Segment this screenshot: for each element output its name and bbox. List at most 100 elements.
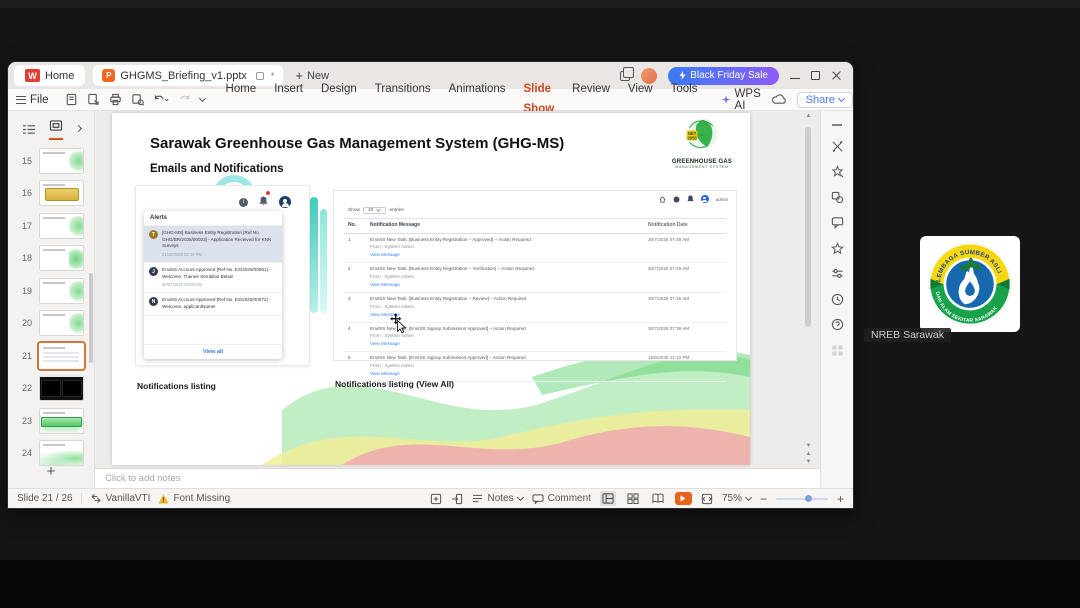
fit-slide-icon[interactable]	[701, 493, 713, 505]
ghg-globe-leaf-icon: NET 2050	[686, 118, 718, 150]
notes-area[interactable]: Click to add notes	[95, 468, 820, 488]
alert-item: J EnviSS Account Approved [Ref No. ES/20…	[144, 263, 282, 294]
zoom-level[interactable]: 75%	[722, 493, 753, 504]
ai-star-icon	[722, 95, 731, 104]
wps-ai-button[interactable]: WPS AI	[714, 88, 771, 112]
wps-logo-icon: W	[25, 69, 40, 82]
slide-title[interactable]: Sarawak Greenhouse Gas Management System…	[150, 135, 564, 152]
thumbnail-list: 15 16 17 18 19 20 21 22 23 24	[8, 141, 94, 466]
undo-icon[interactable]	[153, 93, 169, 106]
canvas-scrollbar[interactable]: ▲ ▼ ▲ ▼	[804, 113, 813, 466]
notes-placeholder: Click to add notes	[105, 473, 181, 484]
print-preview-icon[interactable]	[131, 93, 144, 106]
alert-text: EnviSS Account Approved [Ref No. ES/2025…	[162, 297, 271, 310]
slide-thumbnail-21-selected[interactable]: 21	[8, 342, 94, 369]
slide-thumbnail-22[interactable]: 22	[8, 375, 94, 401]
home-tab[interactable]: W Home	[14, 65, 86, 86]
toolbar-expand-chevron[interactable]	[198, 94, 206, 103]
slide-subtitle[interactable]: Emails and Notifications	[150, 163, 284, 175]
hamburger-icon	[16, 95, 26, 104]
notifications-table-screenshot[interactable]: admin Show 10 entries No. Notification M…	[333, 190, 737, 382]
minimize-button[interactable]	[790, 77, 800, 79]
next-slide-button[interactable]: ▼	[804, 458, 813, 466]
screen-top-strip	[0, 0, 1080, 8]
export-pdf-icon[interactable]	[87, 93, 100, 106]
notes-toggle[interactable]: Notes	[472, 493, 524, 504]
maximize-button[interactable]	[811, 71, 820, 80]
scroll-down-arrow[interactable]: ▼	[804, 442, 813, 450]
redo-icon[interactable]	[178, 93, 191, 106]
jump-to-icon[interactable]	[451, 493, 463, 505]
save-icon[interactable]	[65, 93, 78, 106]
decor-teal-bar	[310, 197, 318, 313]
slide-thumbnail-23[interactable]: 23	[8, 407, 94, 434]
alerts-screenshot[interactable]: i Alerts T [GHG-MS] Business Entity Regi…	[135, 185, 310, 366]
scroll-up-arrow[interactable]: ▲	[804, 113, 813, 119]
view-all-link: View all	[144, 344, 282, 359]
zoom-slider[interactable]	[775, 495, 828, 502]
slide-thumbnail-15[interactable]: 15	[8, 147, 94, 174]
slideshow-play-button[interactable]	[674, 492, 692, 505]
decor-teal-bar	[320, 209, 327, 313]
slide-indicator[interactable]: Slide 21 / 26	[17, 493, 73, 504]
slide-thumbnail-19[interactable]: 19	[8, 277, 94, 304]
table-header-row: No. Notification Message Notification Da…	[344, 218, 726, 234]
zoom-in-button[interactable]: +	[837, 493, 844, 505]
scrollbar-thumb[interactable]	[805, 127, 811, 327]
slide-thumbnail-16[interactable]: 16	[8, 180, 94, 206]
notes-icon	[473, 494, 483, 503]
font-missing-warning[interactable]: Font Missing	[158, 493, 230, 504]
slide-sorter-view-button[interactable]	[625, 491, 641, 506]
warning-icon	[158, 493, 169, 504]
slide-thumbnail-18[interactable]: 18	[8, 245, 94, 271]
add-slide-button[interactable]: +	[8, 463, 94, 480]
outline-view-icon[interactable]	[22, 124, 36, 135]
slide-view-icon[interactable]	[49, 120, 63, 131]
cloud-sync-icon[interactable]	[771, 94, 787, 105]
reading-view-button[interactable]	[650, 491, 666, 506]
zoom-out-button[interactable]: −	[760, 493, 767, 505]
participant-video-tile[interactable]: LEMBAGA SUMBER ASLI DAN ALAM SEKITAR SAR…	[856, 226, 1080, 346]
expand-panel-chevron[interactable]	[74, 124, 82, 132]
thumbnail-scrollbar[interactable]	[89, 147, 93, 447]
comment-button[interactable]: Comment	[532, 493, 591, 504]
close-button[interactable]	[831, 70, 842, 81]
comment-icon	[532, 493, 544, 504]
share-label: Share	[805, 93, 836, 106]
view-message-link: View Message	[370, 341, 400, 347]
slide-thumbnail-20[interactable]: 20	[8, 310, 94, 336]
shapes-pane-icon[interactable]	[831, 191, 844, 204]
comments-pane-icon[interactable]	[831, 216, 844, 229]
bell-icon	[259, 191, 270, 211]
share-button[interactable]: Share	[796, 91, 853, 108]
thumbnail-preview	[39, 212, 84, 239]
table-row: 5 EnvISS New Task: [EnvISS Signup Submis…	[344, 352, 726, 382]
view-message-link: View Message	[370, 252, 400, 258]
previous-slide-button[interactable]: ▲	[804, 450, 813, 458]
favorites-icon[interactable]	[830, 241, 844, 255]
history-icon[interactable]	[831, 293, 844, 306]
view-message-link: View Message	[370, 281, 400, 287]
normal-view-button[interactable]	[599, 491, 616, 506]
view-message-link: View Message	[370, 311, 400, 317]
print-icon[interactable]	[109, 93, 122, 106]
caption-notifications-listing-view-all[interactable]: Notifications listing (View All)	[335, 379, 454, 389]
help-icon[interactable]	[831, 318, 844, 331]
quick-tools-icon[interactable]	[831, 140, 844, 153]
screen-bottom-strip	[0, 560, 1080, 608]
task-window-icon[interactable]	[430, 493, 442, 505]
wps-ai-label: WPS AI	[734, 87, 761, 112]
zoom-slider-knob[interactable]	[804, 495, 812, 502]
file-menu[interactable]: File	[8, 94, 57, 106]
alert-date: 30/07/2025 09:09 AM	[162, 282, 202, 288]
caption-notifications-listing[interactable]: Notifications listing	[137, 381, 216, 391]
notification-badge	[266, 191, 270, 195]
alert-item: T [GHG-MS] Business Entity Registration …	[144, 226, 282, 264]
slide-21[interactable]: Sarawak Greenhouse Gas Management System…	[112, 113, 750, 465]
collapse-icon[interactable]	[831, 123, 843, 127]
theme-button[interactable]: VanillaVTI	[90, 493, 150, 504]
apps-grid-icon[interactable]	[831, 344, 844, 357]
animation-pane-icon[interactable]	[831, 165, 844, 178]
settings-sliders-icon[interactable]	[831, 267, 844, 280]
slide-thumbnail-17[interactable]: 17	[8, 212, 94, 239]
